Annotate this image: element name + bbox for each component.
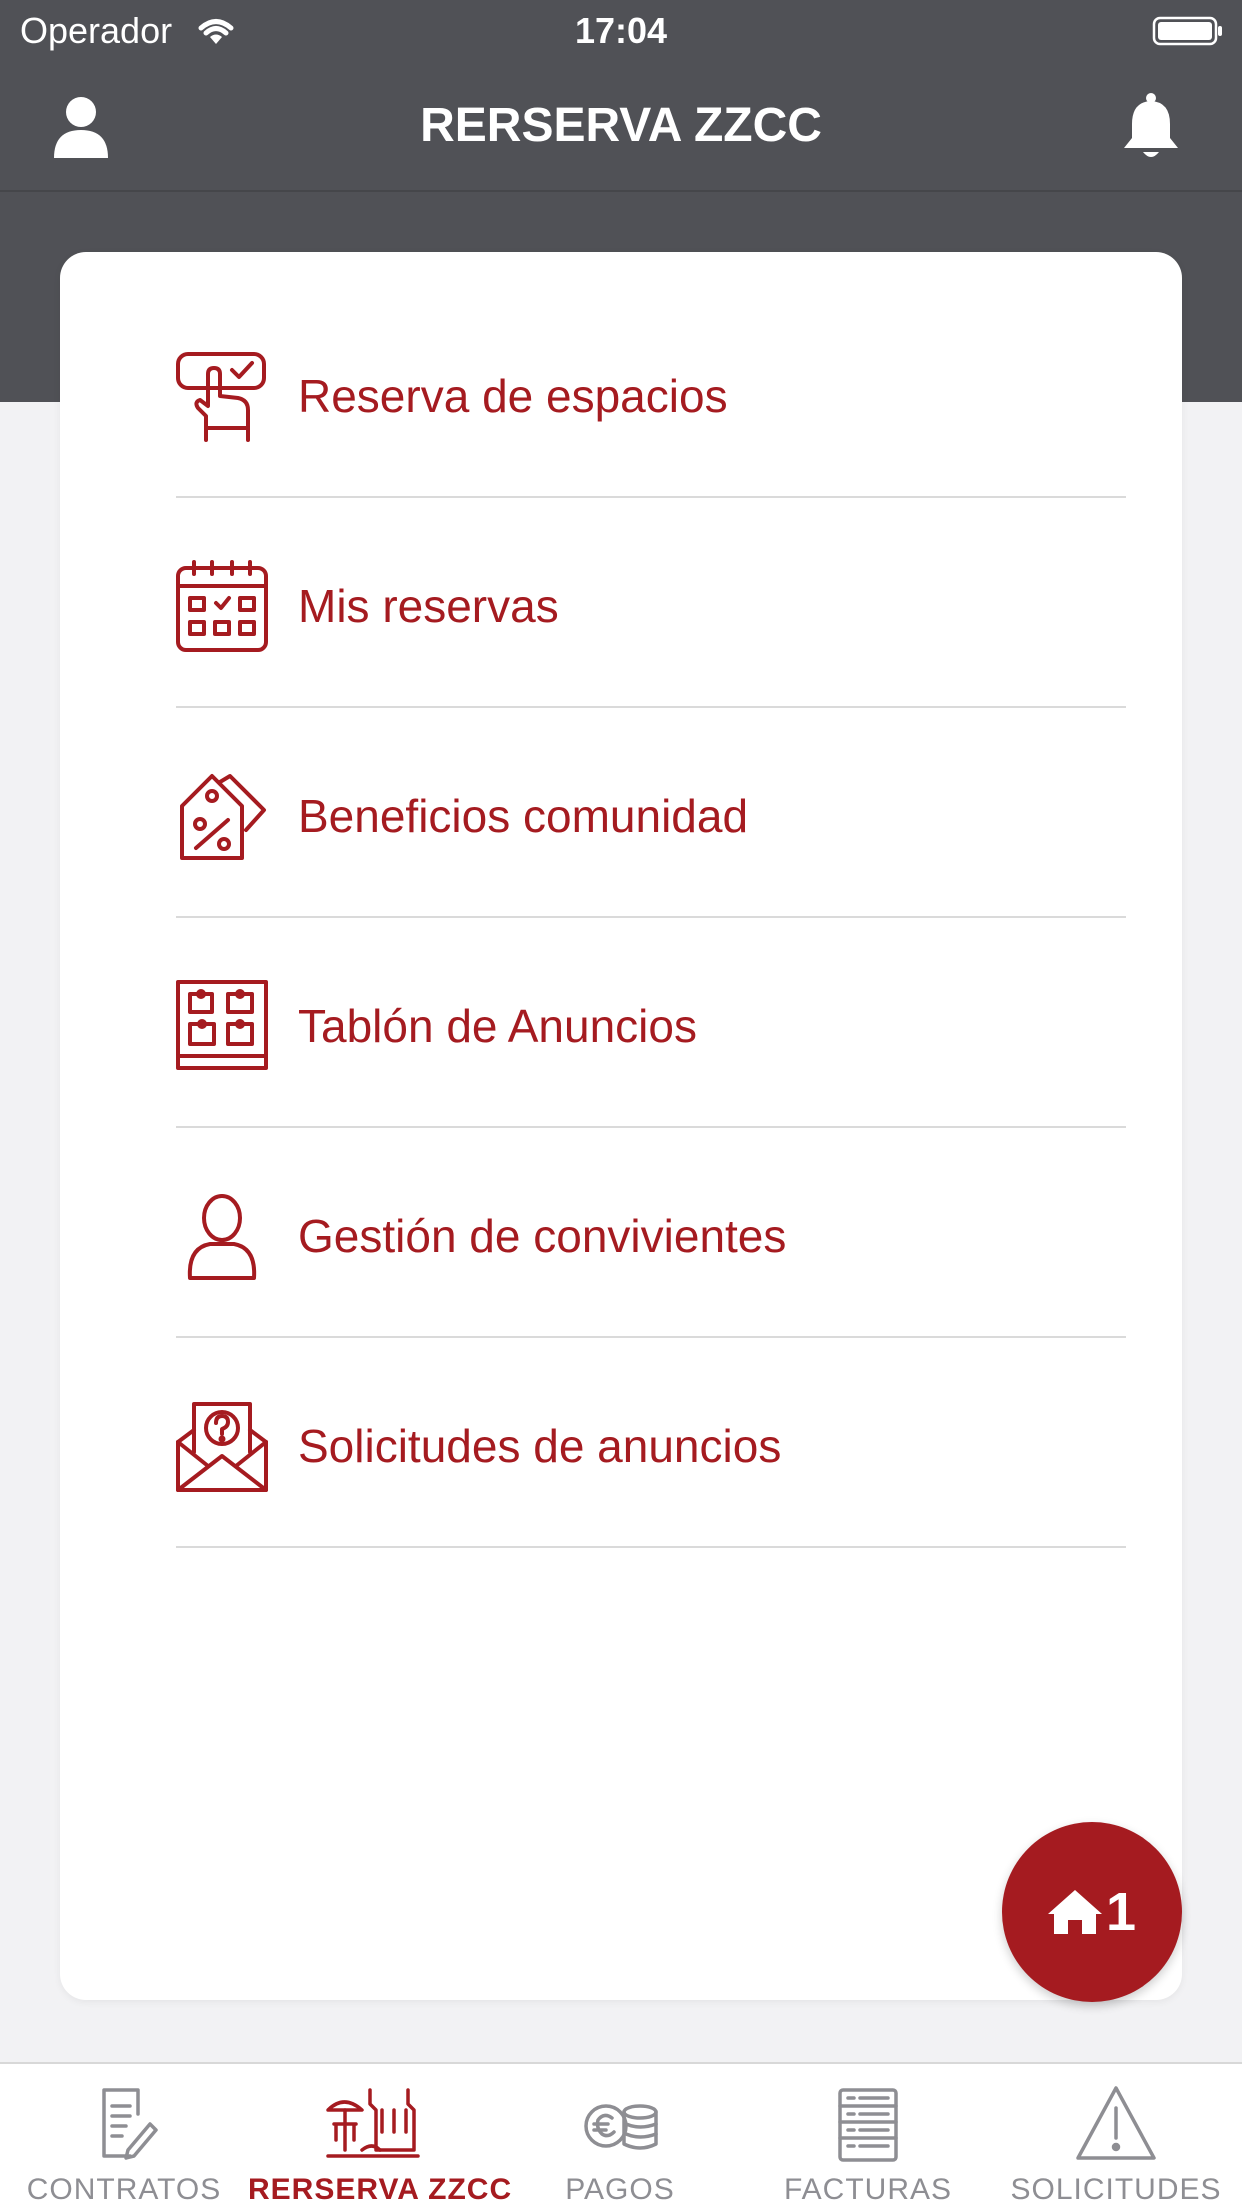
home-fab-button[interactable]: 1 [1002, 1822, 1182, 2002]
tab-bar: CONTRATOS RERSERVA ZZCC PAGOS FACTURAS S… [0, 2062, 1242, 2208]
status-bar: Operador 17:04 [0, 0, 1242, 62]
menu-item-convivientes[interactable]: Gestión de convivientes [176, 1128, 1126, 1338]
menu-item-label: Solicitudes de anuncios [298, 1420, 782, 1472]
tab-rerserva-zzcc[interactable]: RERSERVA ZZCC [248, 2064, 513, 2208]
menu-list: Reserva de espacios Mis reservas Benefic… [176, 288, 1126, 1548]
menu-item-label: Tablón de Anuncios [298, 1000, 697, 1052]
reservation-icon [326, 2088, 420, 2158]
page-title: RERSERVA ZZCC [420, 99, 822, 152]
tab-facturas[interactable]: FACTURAS [744, 2064, 992, 2208]
coins-icon [584, 2104, 658, 2150]
menu-item-label: Gestión de convivientes [298, 1210, 787, 1262]
warning-icon [1076, 2086, 1156, 2160]
hand-select-icon [176, 352, 266, 442]
menu-item-beneficios[interactable]: Beneficios comunidad [176, 708, 1126, 918]
notice-board-icon [176, 980, 268, 1070]
envelope-question-icon [176, 1402, 268, 1492]
menu-item-reserva-espacios[interactable]: Reserva de espacios [176, 288, 1126, 498]
calendar-icon [176, 560, 268, 652]
battery-icon [1152, 16, 1222, 46]
tab-label: PAGOS [565, 2173, 675, 2206]
person-icon [187, 1194, 257, 1280]
tab-label: CONTRATOS [26, 2173, 222, 2206]
menu-item-mis-reservas[interactable]: Mis reservas [176, 498, 1126, 708]
tab-contratos[interactable]: CONTRATOS [0, 2064, 248, 2208]
nav-bar: RERSERVA ZZCC [0, 62, 1242, 192]
menu-item-label: Beneficios comunidad [298, 790, 749, 842]
menu-item-label: Reserva de espacios [298, 370, 728, 422]
tab-pagos[interactable]: PAGOS [496, 2064, 744, 2208]
home-icon [1048, 1890, 1102, 1934]
menu-item-solicitudes-anuncios[interactable]: Solicitudes de anuncios [176, 1338, 1126, 1548]
invoice-icon [838, 2088, 898, 2162]
menu-item-tablon[interactable]: Tablón de Anuncios [176, 918, 1126, 1128]
tab-label: RERSERVA ZZCC [248, 2173, 513, 2206]
menu-card: Reserva de espacios Mis reservas Benefic… [60, 252, 1182, 2000]
clock: 17:04 [574, 10, 668, 51]
tab-solicitudes[interactable]: SOLICITUDES [992, 2064, 1240, 2208]
tab-label: FACTURAS [783, 2173, 953, 2206]
tab-label: SOLICITUDES [1010, 2173, 1222, 2206]
discount-tag-icon [180, 774, 266, 860]
menu-item-label: Mis reservas [298, 580, 559, 632]
home-count: 1 [1106, 1882, 1137, 1942]
bell-icon[interactable] [1118, 92, 1184, 162]
contract-icon [102, 2088, 158, 2160]
